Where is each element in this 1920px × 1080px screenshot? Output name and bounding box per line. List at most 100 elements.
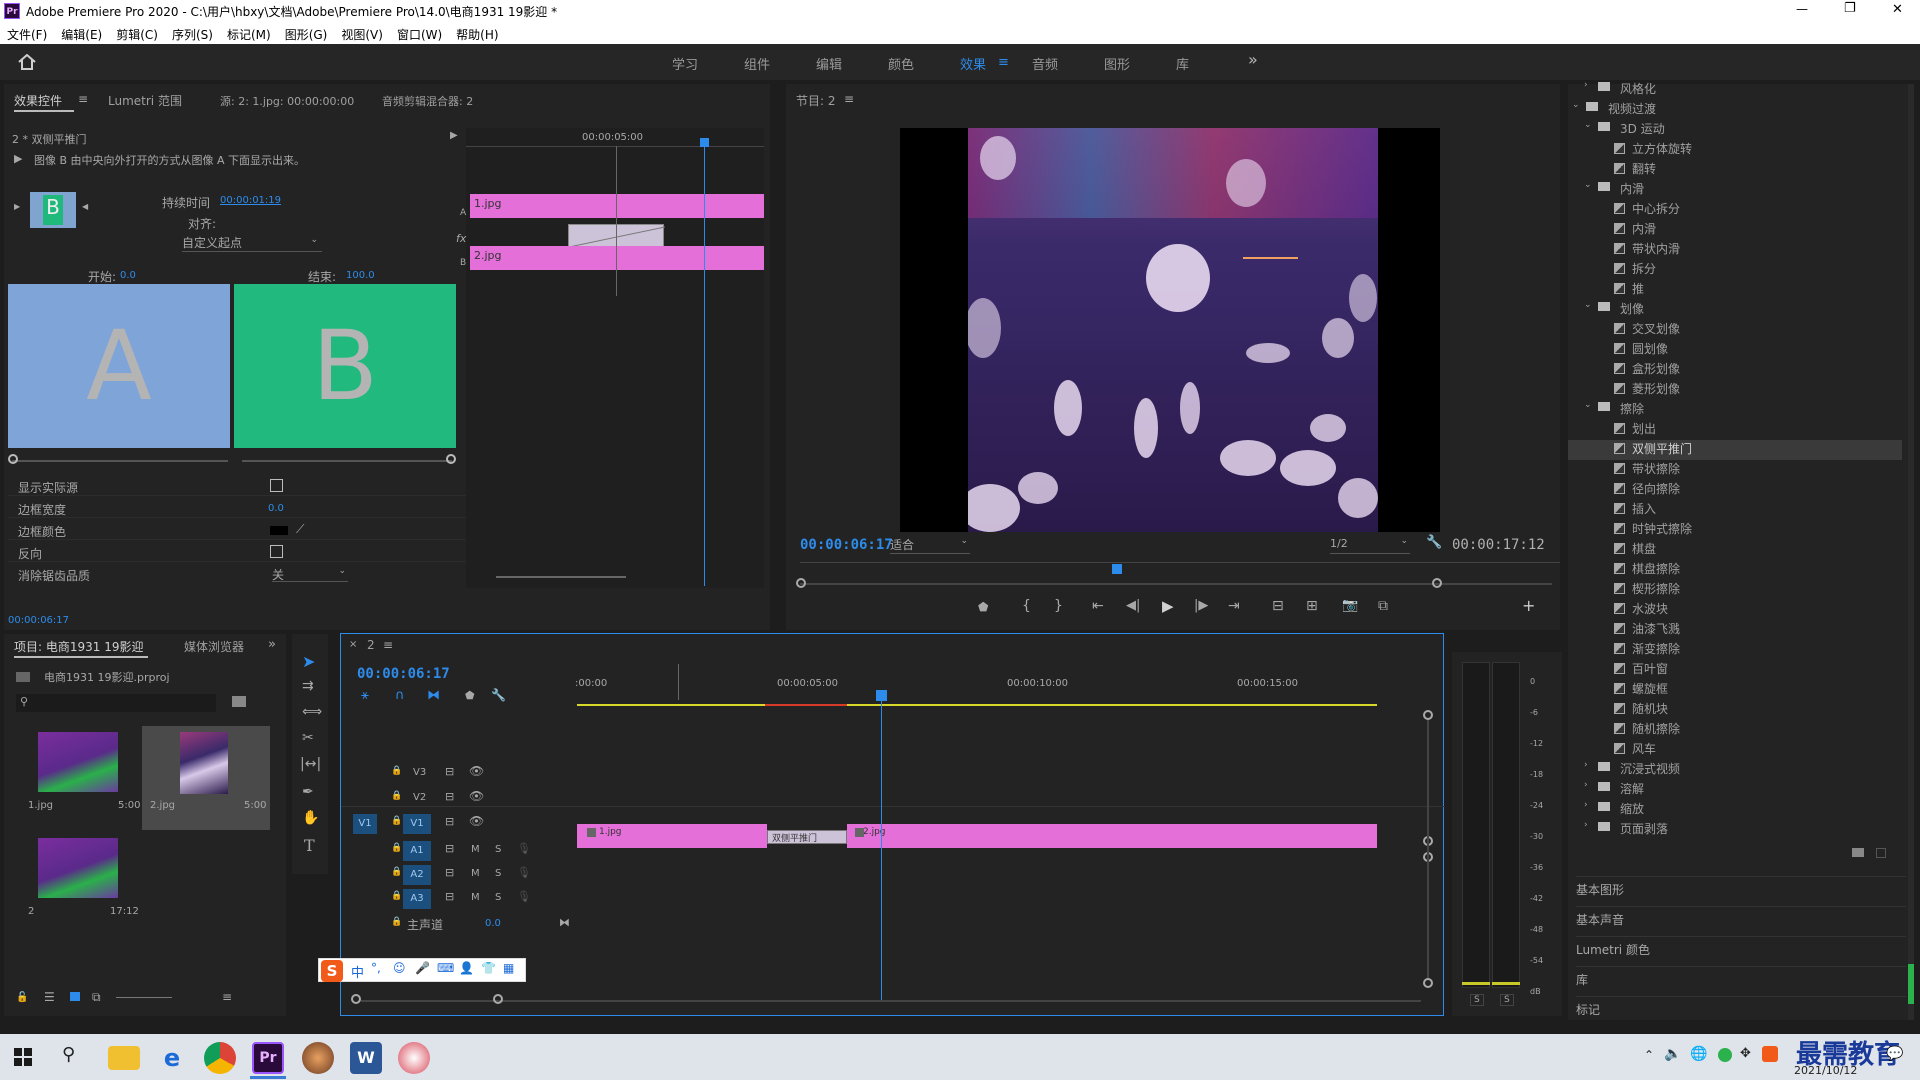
start-slider-handle[interactable] <box>8 454 18 464</box>
workspace-assembly[interactable]: 组件 <box>744 54 770 73</box>
tree-item[interactable]: 菱形划像 <box>1568 380 1908 400</box>
freeform-view-icon[interactable]: ⧉ <box>92 990 101 1005</box>
notification-icon[interactable]: 💬 <box>1886 1046 1903 1062</box>
sort-icon[interactable]: ≡ <box>222 990 232 1004</box>
app-icon[interactable] <box>398 1042 430 1074</box>
tree-item[interactable]: 水波块 <box>1568 600 1908 620</box>
timeline-transition[interactable]: 双侧平推门 <box>767 830 847 844</box>
panel-libraries[interactable]: 库 <box>1576 966 1906 992</box>
tree-folder-stylize[interactable]: › 风格化 <box>1568 80 1908 100</box>
tree-item[interactable]: 径向擦除 <box>1568 480 1908 500</box>
show-sources-checkbox[interactable] <box>270 479 283 492</box>
tree-item[interactable]: 百叶窗 <box>1568 660 1908 680</box>
meter-solo-right[interactable]: S <box>1500 994 1514 1006</box>
tab-audio-clip-mixer[interactable]: 音频剪辑混合器: 2 <box>382 93 473 109</box>
sync-lock-icon[interactable]: ⊟ <box>445 765 454 778</box>
tray-app-icon[interactable]: ✥ <box>1740 1046 1751 1061</box>
ime-keyboard-icon[interactable]: ⌨ <box>437 961 454 975</box>
file-explorer-icon[interactable] <box>108 1046 140 1070</box>
workspace-libraries[interactable]: 库 <box>1176 54 1189 73</box>
lock-icon[interactable]: 🔒 <box>391 867 402 877</box>
tree-folder-page-peel[interactable]: › 页面剥落 <box>1568 820 1908 840</box>
start-slider[interactable] <box>12 460 228 462</box>
tree-item-selected[interactable]: 双侧平推门 <box>1568 440 1902 460</box>
add-marker-icon[interactable]: ⬟ <box>978 600 988 614</box>
ime-voice-icon[interactable]: 🎤 <box>415 961 430 975</box>
timeline-timecode[interactable]: 00:00:06:17 <box>357 666 450 682</box>
ime-skin-icon[interactable]: 👕 <box>481 961 496 975</box>
tree-item[interactable]: 中心拆分 <box>1568 200 1908 220</box>
hand-tool-icon[interactable]: ✋ <box>302 810 319 826</box>
tab-lumetri-scopes[interactable]: Lumetri 范围 <box>108 92 182 109</box>
tree-item[interactable]: 油漆飞溅 <box>1568 620 1908 640</box>
tree-item[interactable]: 内滑 <box>1568 220 1908 240</box>
tree-folder-iris[interactable]: ⌄ 划像 <box>1568 300 1908 320</box>
ime-lang[interactable]: 中 <box>351 962 364 981</box>
ec-playhead-handle[interactable] <box>700 138 709 147</box>
menu-help[interactable]: 帮助(H) <box>449 22 505 43</box>
timeline-playhead-handle[interactable] <box>876 690 887 701</box>
track-label[interactable]: A1 <box>403 841 431 861</box>
windows-start-icon[interactable] <box>14 1048 32 1066</box>
program-playhead-handle[interactable] <box>1112 564 1122 574</box>
selection-tool-icon[interactable]: ➤ <box>302 652 315 671</box>
ripple-edit-tool-icon[interactable]: ⟺ <box>302 704 322 720</box>
source-patch-v1[interactable]: V1 <box>353 814 377 834</box>
play-icon[interactable]: ▶ <box>1162 597 1174 615</box>
close-button[interactable]: ✕ <box>1892 2 1903 17</box>
tree-folder-dissolve[interactable]: › 溶解 <box>1568 780 1908 800</box>
panel-lumetri-color[interactable]: Lumetri 颜色 <box>1576 936 1906 962</box>
tab-effect-controls[interactable]: 效果控件 <box>14 92 62 109</box>
volume-icon[interactable]: 🔈 <box>1664 1046 1681 1062</box>
menu-clip[interactable]: 剪辑(C) <box>109 22 165 43</box>
tree-item[interactable]: 带状擦除 <box>1568 460 1908 480</box>
workspace-effects[interactable]: 效果 <box>960 54 986 73</box>
mic-icon[interactable]: 🎙 <box>517 866 531 879</box>
delete-icon[interactable] <box>1876 848 1886 858</box>
border-width-value[interactable]: 0.0 <box>268 503 284 514</box>
workspace-audio[interactable]: 音频 <box>1032 54 1058 73</box>
slip-tool-icon[interactable]: |↔| <box>300 756 321 772</box>
fit-dropdown[interactable]: 适合 ⌄ <box>890 536 970 554</box>
tree-item[interactable]: 盒形划像 <box>1568 360 1908 380</box>
scrollbar-thumb[interactable] <box>1908 964 1914 1004</box>
lock-icon[interactable]: 🔒 <box>391 891 402 901</box>
minimize-button[interactable]: — <box>1796 2 1808 16</box>
razor-tool-icon[interactable]: ✂ <box>302 730 314 746</box>
find-icon[interactable] <box>232 696 246 707</box>
timeline-playhead[interactable] <box>881 696 882 1002</box>
tree-item[interactable]: 交叉划像 <box>1568 320 1908 340</box>
tree-item[interactable]: 翻转 <box>1568 160 1908 180</box>
meter-solo-left[interactable]: S <box>1470 994 1484 1006</box>
project-search-input[interactable]: ⚲ <box>16 694 216 712</box>
panel-essential-sound[interactable]: 基本声音 <box>1576 906 1906 932</box>
sync-lock-icon[interactable]: ⊟ <box>445 890 454 903</box>
type-tool-icon[interactable]: T <box>304 836 315 855</box>
solo-button[interactable]: S <box>495 844 501 855</box>
effect-controls-timecode[interactable]: 00:00:06:17 <box>8 615 69 626</box>
eyedropper-icon[interactable]: ⟋ <box>296 522 304 537</box>
workspace-color[interactable]: 颜色 <box>888 54 914 73</box>
ime-emoji-icon[interactable]: ☺ <box>393 961 406 975</box>
tree-item[interactable]: 随机块 <box>1568 700 1908 720</box>
close-tab-icon[interactable]: × <box>349 639 357 650</box>
project-item[interactable]: 2 17:12 <box>14 834 139 934</box>
master-value[interactable]: 0.0 <box>485 918 501 929</box>
effects-scrollbar[interactable] <box>1908 84 1914 1024</box>
timeline-settings-icon[interactable]: 🔧 <box>491 688 506 702</box>
media-player-icon[interactable] <box>302 1042 334 1074</box>
tree-item[interactable]: 插入 <box>1568 500 1908 520</box>
eye-icon[interactable]: 👁 <box>469 764 484 778</box>
workspace-editing[interactable]: 编辑 <box>816 54 842 73</box>
vertical-scroll-bottom[interactable] <box>1423 978 1433 988</box>
go-to-out-icon[interactable]: ⇥ <box>1228 598 1240 614</box>
menu-window[interactable]: 窗口(W) <box>390 22 449 43</box>
menu-graphics[interactable]: 图形(G) <box>278 22 335 43</box>
timeline-clip-2[interactable]: 2.jpg <box>847 824 1377 848</box>
tab-media-browser[interactable]: 媒体浏览器 <box>184 638 244 655</box>
ime-apps-icon[interactable]: ▦ <box>503 961 514 975</box>
tree-folder-3d-motion[interactable]: ⌄ 3D 运动 <box>1568 120 1908 140</box>
start-value[interactable]: 0.0 <box>120 270 136 281</box>
border-color-swatch[interactable] <box>270 526 288 535</box>
sync-lock-icon[interactable]: ⊟ <box>445 866 454 879</box>
